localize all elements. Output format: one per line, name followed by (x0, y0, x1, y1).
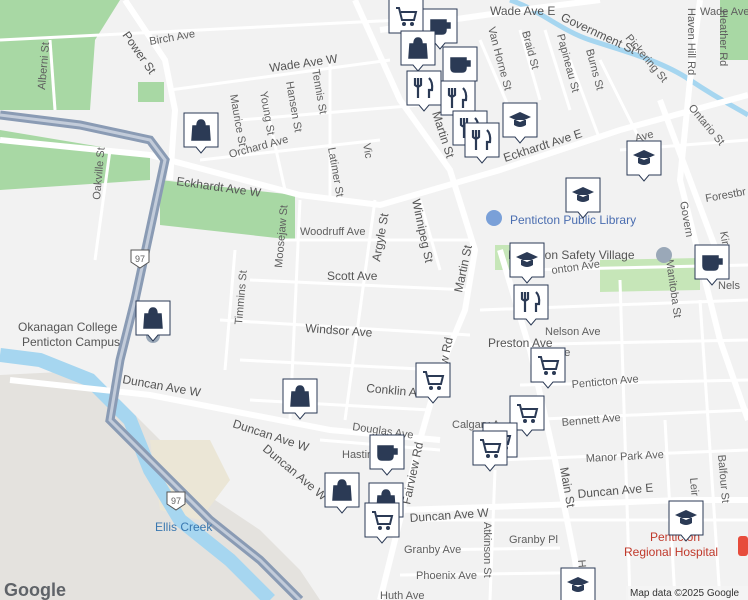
restaurant-marker-5[interactable] (513, 284, 549, 326)
coffee-marker-3[interactable] (694, 244, 730, 286)
shopping-cart-marker-3[interactable] (415, 362, 451, 404)
college-label-line2: Penticton Campus (22, 335, 120, 349)
shopping-cart-marker-7[interactable] (364, 502, 400, 544)
street-label-scott-ave: Scott Ave (327, 269, 378, 283)
school-marker-2[interactable] (626, 140, 662, 182)
street-label-phoenix-ave: Phoenix Ave (416, 570, 477, 582)
restaurant-marker-1[interactable] (406, 70, 442, 112)
street-label-huth-ave: Huth Ave (380, 590, 424, 600)
safety-village-icon (656, 247, 672, 263)
shopping-bag-marker-5[interactable] (324, 472, 360, 514)
street-label-nelson-ave: Nelson Ave (545, 326, 600, 338)
street-label-kir: Kir (717, 230, 731, 246)
school-marker-6[interactable] (560, 567, 596, 600)
street-label-atkinson-st: Atkinson St (481, 522, 493, 578)
map-canvas[interactable]: 97 97 Wade Ave E Wade Ave E Wade Ave W B… (0, 0, 748, 600)
coffee-marker-4[interactable] (369, 434, 405, 476)
restaurant-marker-4[interactable] (464, 122, 500, 164)
library-label: Penticton Public Library (510, 213, 636, 227)
shopping-bag-marker-1[interactable] (400, 30, 436, 72)
attribution-text[interactable]: Map data ©2025 Google (630, 588, 740, 599)
street-label-hastings: Hastin (342, 449, 373, 461)
school-marker-1[interactable] (502, 102, 538, 144)
shopping-bag-marker-3[interactable] (135, 300, 171, 342)
shopping-bag-marker-4[interactable] (282, 378, 318, 420)
hospital-label-line2: Regional Hospital (624, 545, 718, 559)
college-label-line1: Okanagan College (18, 320, 118, 334)
google-logo: Google (4, 580, 66, 600)
street-label-granby-ave: Granby Ave (404, 544, 461, 556)
street-label-leir: Leir (687, 477, 701, 497)
shopping-bag-marker-2[interactable] (183, 112, 219, 154)
school-marker-5[interactable] (668, 500, 704, 542)
school-marker-4[interactable] (509, 242, 545, 284)
shopping-cart-marker-2[interactable] (530, 347, 566, 389)
street-label-heather-rd: Heather Rd (717, 10, 729, 66)
ellis-creek-label: Ellis Creek (155, 520, 213, 534)
route-97-label-south: 97 (171, 496, 181, 506)
hospital-icon (738, 536, 748, 556)
street-label-granby-pl: Granby Pl (509, 534, 558, 546)
street-label-wade-ave-e: Wade Ave E (490, 4, 555, 18)
shopping-cart-marker-6[interactable] (472, 430, 508, 472)
school-marker-3[interactable] (565, 177, 601, 219)
route-97-label-north: 97 (135, 254, 145, 264)
park-area-6 (600, 258, 700, 292)
park-area-2 (138, 82, 164, 102)
street-label-woodruff-ave: Woodruff Ave (300, 226, 365, 238)
library-icon (486, 210, 502, 226)
street-label-haven-hill-rd: Haven Hill Rd (685, 8, 697, 75)
street-label-nels: Nels (718, 280, 741, 292)
